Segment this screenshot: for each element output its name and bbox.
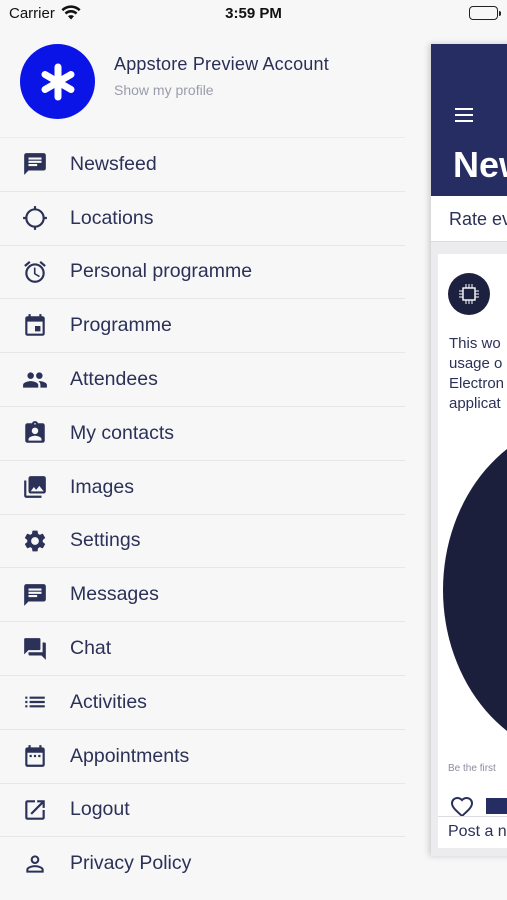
menu-label: Programme	[70, 314, 172, 337]
message-icon	[21, 581, 49, 609]
menu-item-appointments[interactable]: Appointments	[0, 728, 405, 783]
menu-item-messages[interactable]: Messages	[0, 567, 405, 621]
menu-item-privacy-policy[interactable]: Privacy Policy	[0, 836, 405, 890]
menu-label: Chat	[70, 637, 112, 660]
list-icon	[21, 688, 49, 716]
calendar-icon	[21, 312, 49, 340]
menu-item-newsfeed[interactable]: Newsfeed	[0, 137, 405, 191]
menu-item-chat[interactable]: Chat	[0, 621, 405, 675]
menu-label: Attendees	[70, 368, 158, 391]
clock-label: 3:59 PM	[225, 5, 282, 22]
menu-item-activities[interactable]: Activities	[0, 674, 405, 729]
menu-label: Settings	[70, 529, 141, 552]
calendar-grid-icon	[21, 742, 49, 770]
side-menu: Newsfeed Locations Personal programme Pr…	[0, 137, 405, 890]
post-text: This wo usage o Electron applicat	[449, 334, 504, 414]
menu-label: Activities	[70, 690, 147, 713]
battery-icon	[469, 6, 501, 20]
person-icon	[21, 850, 49, 878]
menu-item-my-contacts[interactable]: My contacts	[0, 405, 405, 460]
status-bar: Carrier 3:59 PM	[0, 0, 507, 28]
menu-label: Locations	[70, 206, 154, 229]
rate-event-label: Rate ev	[449, 209, 507, 229]
menu-label: Images	[70, 475, 134, 498]
news-post-card[interactable]: This wo usage o Electron applicat Be the…	[438, 254, 507, 844]
like-hint: Be the first	[448, 763, 496, 774]
images-icon	[21, 473, 49, 501]
menu-label: Privacy Policy	[70, 852, 192, 875]
rate-event-bar[interactable]: Rate ev	[431, 196, 507, 242]
menu-label: My contacts	[70, 421, 175, 444]
post-image[interactable]	[443, 420, 507, 760]
people-icon	[21, 366, 49, 394]
menu-item-logout[interactable]: Logout	[0, 782, 405, 837]
hamburger-menu-icon[interactable]	[455, 108, 473, 122]
menu-label: Messages	[70, 583, 159, 606]
avatar[interactable]	[20, 44, 95, 119]
asterisk-icon	[41, 63, 74, 100]
page-title: New	[453, 144, 507, 185]
profile-name: Appstore Preview Account	[114, 54, 329, 74]
post-input-placeholder: Post a n	[448, 823, 507, 840]
comment-icon[interactable]	[486, 798, 507, 814]
newsfeed-icon	[21, 150, 49, 178]
menu-item-images[interactable]: Images	[0, 459, 405, 514]
main-content-panel[interactable]: New Rate ev This wo usage o Electron app…	[431, 44, 507, 856]
chip-icon	[448, 273, 490, 315]
menu-label: Personal programme	[70, 260, 253, 283]
post-text-line: applicat	[449, 395, 501, 412]
menu-item-personal-programme[interactable]: Personal programme	[0, 244, 405, 299]
menu-label: Logout	[70, 798, 130, 821]
menu-item-locations[interactable]: Locations	[0, 190, 405, 245]
locations-icon	[21, 204, 49, 232]
post-text-line: usage o	[449, 355, 503, 372]
menu-item-attendees[interactable]: Attendees	[0, 352, 405, 406]
alarm-clock-icon	[21, 258, 49, 286]
post-text-line: This wo	[449, 335, 501, 352]
menu-item-settings[interactable]: Settings	[0, 513, 405, 568]
menu-label: Newsfeed	[70, 152, 157, 175]
profile-header[interactable]: Appstore Preview Account Show my profile	[20, 44, 410, 120]
show-profile-link[interactable]: Show my profile	[114, 82, 214, 98]
menu-item-programme[interactable]: Programme	[0, 298, 405, 352]
contact-card-icon	[21, 419, 49, 447]
gear-icon	[21, 527, 49, 555]
post-input[interactable]: Post a n	[438, 816, 507, 848]
chat-icon	[21, 635, 49, 663]
panel-header: New	[431, 44, 507, 196]
logout-icon	[21, 796, 49, 824]
post-text-line: Electron	[449, 375, 505, 392]
menu-label: Appointments	[70, 744, 190, 767]
